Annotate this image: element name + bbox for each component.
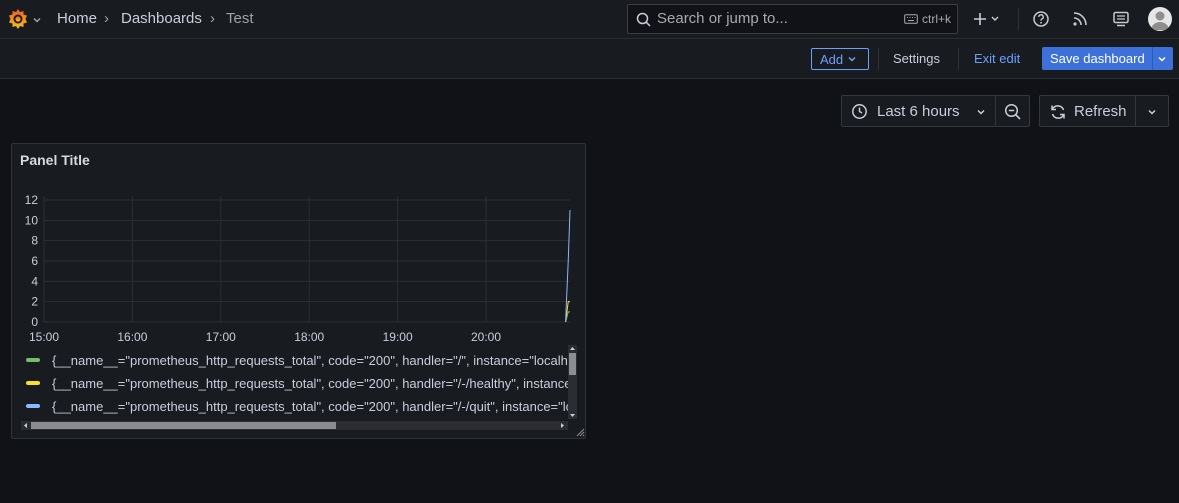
divider <box>1152 47 1153 70</box>
y-tick-label: 2 <box>31 295 38 309</box>
divider <box>878 48 879 70</box>
x-tick-label: 17:00 <box>206 330 236 344</box>
timeseries-panel[interactable]: Panel Title 0 2 4 6 8 10 12 15:00 16:00 17:00 18:0… <box>11 143 586 439</box>
add-button[interactable]: Add <box>811 48 869 70</box>
x-tick-label: 20:00 <box>471 330 501 344</box>
chevron-down-icon[interactable] <box>1156 53 1168 65</box>
legend-label: {__name__="prometheus_http_requests_tota… <box>52 352 568 368</box>
breadcrumb-separator-icon: › <box>210 10 215 27</box>
x-tick-label: 15:00 <box>29 330 59 344</box>
top-navbar: Home › Dashboards › Test Search or jump … <box>0 0 1179 39</box>
legend-item[interactable]: {__name__="prometheus_http_requests_tota… <box>20 350 568 370</box>
legend-color-swatch <box>26 358 40 362</box>
refresh-icon[interactable] <box>1049 103 1067 121</box>
plus-icon <box>974 13 986 25</box>
divider <box>995 96 996 126</box>
breadcrumb-current: Test <box>226 10 254 27</box>
scroll-left-icon <box>24 423 27 428</box>
panel-title: Panel Title <box>20 152 90 168</box>
chart-legend: {__name__="prometheus_http_requests_tota… <box>20 344 568 424</box>
chevron-down-icon <box>848 56 856 62</box>
dashboard-edit-toolbar: Add Settings Exit edit Save dashboard <box>0 39 1179 79</box>
zoom-out-icon[interactable] <box>1004 103 1022 121</box>
search-placeholder: Search or jump to... <box>657 10 788 27</box>
user-avatar[interactable] <box>1148 7 1172 31</box>
timeseries-chart[interactable]: 0 2 4 6 8 10 12 15:00 16:00 17:00 18:00 19:00 20:00 <box>12 184 587 344</box>
time-range-picker[interactable]: Last 6 hours <box>841 95 1030 127</box>
chevron-down-icon[interactable] <box>1146 106 1158 118</box>
legend-item[interactable]: {__name__="prometheus_http_requests_tota… <box>20 373 568 393</box>
exit-edit-button[interactable]: Exit edit <box>974 51 1020 66</box>
chevron-down-icon <box>991 16 999 21</box>
keyboard-icon <box>904 14 918 24</box>
breadcrumb-home[interactable]: Home <box>57 10 97 28</box>
search-input[interactable]: Search or jump to... ctrl+k <box>627 4 958 34</box>
y-tick-label: 0 <box>31 315 38 329</box>
chevron-down-icon[interactable] <box>32 12 42 23</box>
breadcrumb-dashboards[interactable]: Dashboards <box>121 10 202 28</box>
legend-vertical-scrollbar[interactable] <box>568 345 577 419</box>
scrollbar-thumb[interactable] <box>569 353 576 375</box>
news-rss-icon[interactable] <box>1071 10 1089 28</box>
x-tick-label: 18:00 <box>294 330 324 344</box>
y-tick-label: 8 <box>31 234 38 248</box>
divider <box>1018 8 1019 30</box>
y-tick-label: 10 <box>25 213 39 227</box>
scroll-up-icon <box>570 347 575 350</box>
legend-horizontal-scrollbar[interactable] <box>21 421 568 430</box>
search-icon <box>636 12 651 27</box>
chevron-down-icon <box>977 109 985 115</box>
legend-label: {__name__="prometheus_http_requests_tota… <box>52 375 568 391</box>
y-tick-label: 6 <box>31 254 38 268</box>
time-range-label: Last 6 hours <box>877 103 960 120</box>
settings-button[interactable]: Settings <box>893 51 940 66</box>
divider <box>958 48 959 70</box>
divider <box>1135 96 1136 126</box>
scroll-right-icon <box>561 423 564 428</box>
save-dashboard-label: Save dashboard <box>1050 51 1145 66</box>
help-icon[interactable] <box>1032 10 1050 28</box>
legend-item[interactable]: {__name__="prometheus_http_requests_tota… <box>20 396 568 416</box>
grafana-logo-icon[interactable] <box>6 7 30 31</box>
x-tick-label: 19:00 <box>383 330 413 344</box>
x-tick-label: 16:00 <box>117 330 147 344</box>
dock-menu-icon[interactable] <box>1112 10 1130 28</box>
save-dashboard-button[interactable]: Save dashboard <box>1042 47 1173 70</box>
y-tick-label: 4 <box>31 274 38 288</box>
refresh-button[interactable]: Refresh <box>1074 103 1127 120</box>
legend-label: {__name__="prometheus_http_requests_tota… <box>52 398 568 414</box>
resize-handle-icon[interactable] <box>575 427 585 437</box>
keyboard-shortcut: ctrl+k <box>904 12 951 26</box>
breadcrumb-separator-icon: › <box>104 10 109 27</box>
scrollbar-thumb[interactable] <box>31 422 336 429</box>
legend-color-swatch <box>26 381 40 385</box>
add-button-label: Add <box>820 51 844 67</box>
new-menu-button[interactable] <box>970 9 1006 29</box>
scroll-down-icon <box>570 414 575 417</box>
clock-icon <box>852 104 867 119</box>
shortcut-label: ctrl+k <box>921 12 951 26</box>
refresh-button-group: Refresh <box>1039 95 1169 127</box>
legend-color-swatch <box>26 404 40 408</box>
y-tick-label: 12 <box>25 193 39 207</box>
